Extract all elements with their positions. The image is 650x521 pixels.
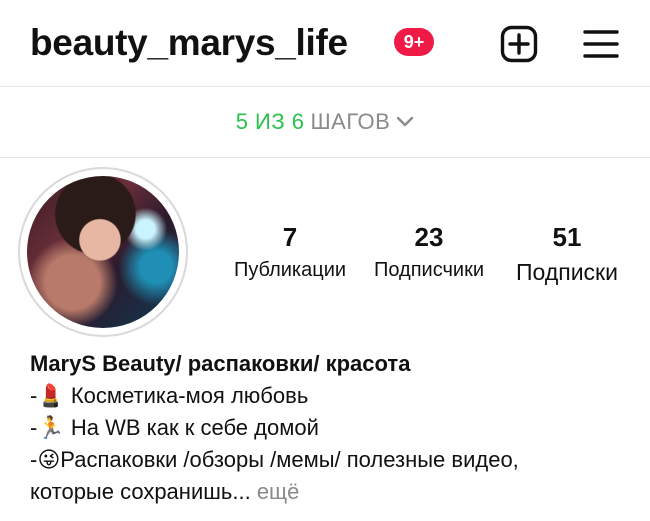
bio-line: -😜Распаковки /обзоры /мемы/ полезные вид… bbox=[30, 444, 640, 476]
chevron-down-icon bbox=[397, 116, 414, 127]
following-count: 51 bbox=[552, 222, 582, 252]
bio-line: -🏃 На WB как к себе домой bbox=[30, 412, 640, 444]
display-name: MaryS Beauty/ распаковки/ красота bbox=[30, 351, 411, 376]
steps-progress: 5 ИЗ 6 bbox=[235, 109, 305, 134]
create-post-button[interactable] bbox=[500, 25, 538, 63]
plus-square-icon bbox=[500, 25, 538, 63]
menu-button[interactable] bbox=[582, 27, 620, 61]
posts-count: 7 bbox=[282, 222, 298, 252]
bio-line-text: Распаковки /обзоры /мемы/ полезные видео… bbox=[60, 447, 519, 472]
stat-following[interactable]: 51 Подписки bbox=[506, 222, 628, 286]
notifications-badge[interactable]: 9+ bbox=[394, 28, 434, 56]
stat-posts[interactable]: 7 Публикации bbox=[226, 222, 354, 282]
posts-label: Публикации bbox=[233, 259, 347, 281]
following-label: Подписки bbox=[516, 259, 618, 285]
profile-steps-toggle[interactable]: 5 ИЗ 6 ШАГОВ bbox=[0, 87, 650, 158]
steps-label: ШАГОВ bbox=[310, 109, 391, 134]
profile-page: beauty_marys_life 9+ 5 ИЗ 6 ШАГОВ 7 Публ… bbox=[0, 0, 650, 521]
profile-bio: MaryS Beauty/ распаковки/ красота -💄 Кос… bbox=[30, 348, 640, 508]
bio-line-text: На WB как к себе домой bbox=[70, 415, 319, 440]
winking-tongue-icon: 😜 bbox=[37, 447, 61, 472]
avatar-ring[interactable] bbox=[18, 167, 188, 337]
bio-line: которые сохранишь... ещё bbox=[30, 476, 640, 508]
followers-count: 23 bbox=[414, 222, 444, 252]
bio-line-text: Косметика-моя любовь bbox=[70, 383, 309, 408]
profile-username[interactable]: beauty_marys_life bbox=[30, 22, 348, 64]
runner-icon: 🏃 bbox=[37, 415, 65, 440]
followers-label: Подписчики bbox=[373, 259, 485, 281]
avatar[interactable] bbox=[27, 176, 179, 328]
stat-followers[interactable]: 23 Подписчики bbox=[366, 222, 492, 282]
top-bar: beauty_marys_life 9+ bbox=[0, 0, 650, 87]
bio-more-link[interactable]: ещё bbox=[257, 479, 300, 504]
bio-line-text: которые сохранишь... bbox=[30, 479, 251, 504]
bio-line: -💄 Косметика-моя любовь bbox=[30, 380, 640, 412]
hamburger-menu-icon bbox=[583, 30, 619, 58]
lipstick-icon: 💄 bbox=[37, 383, 65, 408]
